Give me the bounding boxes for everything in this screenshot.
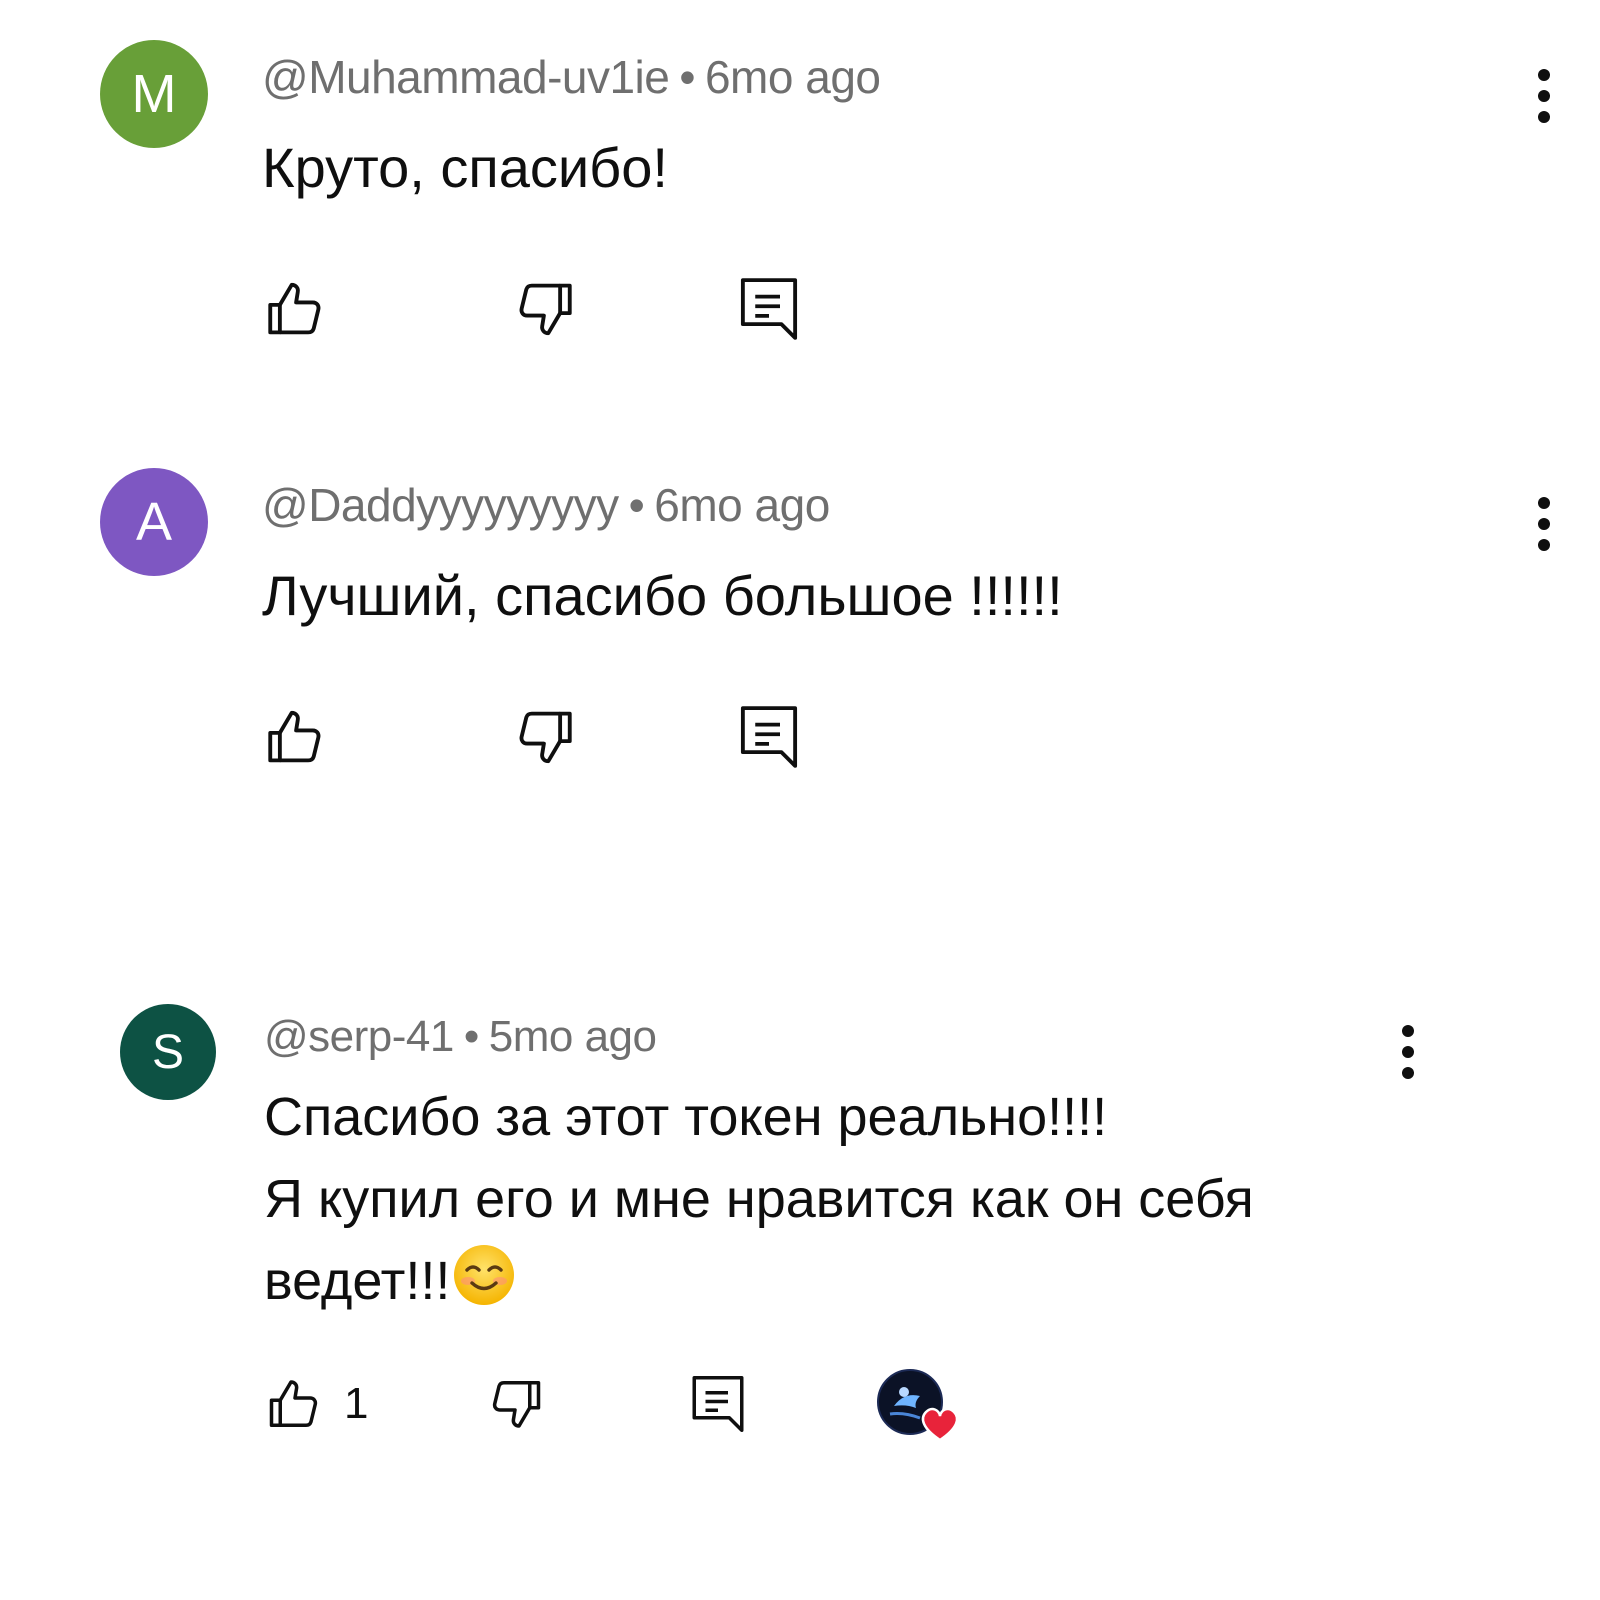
more-vert-button[interactable]: [1524, 56, 1564, 136]
more-vert-button[interactable]: [1388, 1012, 1428, 1092]
comments-list: M @Muhammad-uv1ie • 6mo ago Круто, спасибо…: [0, 0, 1600, 1600]
comment-2: A @Daddyyyyyyyyy • 6mo ago Лучший, спасибо…: [0, 428, 1600, 848]
more-vert-icon-dot: [1538, 539, 1550, 551]
comment-line: Лучший, спасибо большое !!!!!!: [262, 564, 1063, 627]
comment-line: Круто, спасибо!: [262, 136, 668, 199]
comment-line-with-emoji: ведет!!!: [264, 1240, 1254, 1322]
comment-3: S @serp-41 • 5mo ago Спасибо за этот токен…: [0, 990, 1600, 1510]
thumbs-up-icon: [268, 282, 321, 335]
reply-button[interactable]: [690, 1374, 746, 1434]
reply-icon: [740, 278, 798, 340]
more-vert-icon-dot: [1402, 1046, 1414, 1058]
avatar-letter: A: [135, 492, 173, 552]
comment-meta: @serp-41 • 5mo ago: [264, 1012, 657, 1062]
meta-separator: •: [628, 479, 645, 531]
creator-heart-icon: [877, 1369, 959, 1442]
reply-button[interactable]: [738, 704, 800, 770]
author-handle[interactable]: @Muhammad-uv1ie: [262, 51, 670, 103]
more-vert-icon-dot: [1538, 69, 1550, 81]
author-handle[interactable]: @Daddyyyyyyyyy: [262, 479, 619, 531]
reply-button[interactable]: [738, 276, 800, 342]
smiling-face-emoji: [454, 1245, 515, 1305]
author-handle[interactable]: @serp-41: [264, 1012, 454, 1061]
thumbs-down-icon: [519, 283, 572, 336]
dislike-button[interactable]: [512, 704, 578, 770]
comment-1: M @Muhammad-uv1ie • 6mo ago Круто, спасибо…: [0, 0, 1600, 420]
more-vert-icon-dot: [1538, 518, 1550, 530]
like-button[interactable]: [262, 276, 328, 342]
avatar[interactable]: A: [100, 468, 208, 576]
comment-line: ведет!!!: [264, 1251, 451, 1311]
more-vert-button[interactable]: [1524, 484, 1564, 564]
comment-time: 6mo ago: [654, 479, 830, 531]
comment-text: Лучший, спасибо большое !!!!!!: [262, 554, 1063, 638]
comment-meta: @Muhammad-uv1ie • 6mo ago: [262, 50, 881, 104]
like-count: 1: [344, 1379, 369, 1428]
dislike-button[interactable]: [486, 1374, 546, 1434]
comment-line: Спасибо за этот токен реально!!!!: [264, 1087, 1108, 1147]
creator-heart-badge[interactable]: [876, 1368, 966, 1448]
comment-line: Я купил его и мне нравится как он себя: [264, 1169, 1254, 1229]
more-vert-icon-dot: [1402, 1025, 1414, 1037]
comment-time: 6mo ago: [704, 51, 881, 103]
like-button[interactable]: [262, 704, 328, 770]
reply-icon: [692, 1376, 744, 1432]
like-button[interactable]: 1: [264, 1374, 368, 1434]
avatar[interactable]: M: [100, 40, 208, 148]
thumbs-down-icon: [492, 1381, 541, 1428]
dislike-button[interactable]: [512, 276, 578, 342]
comment-meta: @Daddyyyyyyyyy • 6mo ago: [262, 478, 830, 532]
avatar-letter: S: [151, 1025, 184, 1079]
avatar-letter: M: [131, 64, 177, 124]
avatar[interactable]: S: [120, 1004, 216, 1100]
comment-text: Спасибо за этот токен реально!!!! Я купи…: [264, 1076, 1254, 1322]
thumbs-up-icon: [269, 1380, 318, 1427]
more-vert-icon-dot: [1402, 1067, 1414, 1079]
thumbs-up-icon: [268, 710, 321, 763]
meta-separator: •: [679, 51, 695, 103]
reply-icon: [740, 706, 798, 768]
meta-separator: •: [463, 1012, 479, 1061]
thumbs-down-icon: [519, 711, 572, 764]
more-vert-icon-dot: [1538, 111, 1550, 123]
comment-time: 5mo ago: [488, 1012, 657, 1061]
more-vert-icon-dot: [1538, 497, 1550, 509]
more-vert-icon-dot: [1538, 90, 1550, 102]
comment-text: Круто, спасибо!: [262, 126, 668, 210]
